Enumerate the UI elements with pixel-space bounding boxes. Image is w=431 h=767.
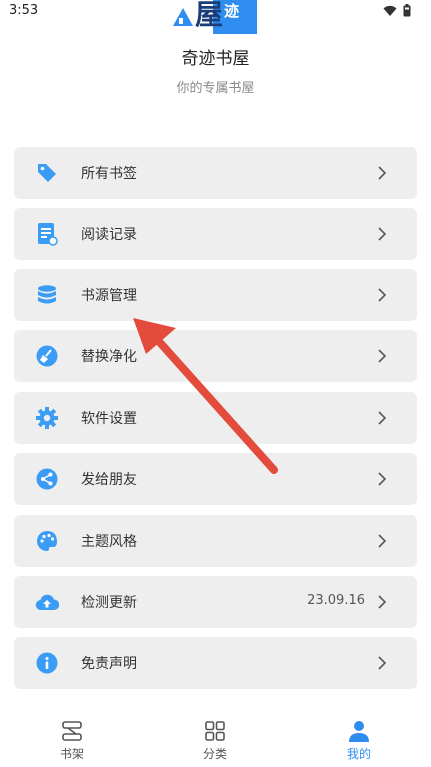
chevron-right-icon bbox=[378, 472, 387, 486]
menu-item-replace-purify[interactable]: 替换净化 bbox=[14, 330, 417, 382]
menu-item-label: 阅读记录 bbox=[81, 227, 137, 243]
palette-icon bbox=[35, 529, 59, 553]
chevron-right-icon bbox=[378, 534, 387, 548]
version-value: 23.09.16 bbox=[307, 593, 365, 608]
menu-item-label: 替换净化 bbox=[81, 349, 137, 365]
app-slogan: 你的专属书屋 bbox=[176, 81, 255, 96]
tab-label: 我的 bbox=[346, 747, 371, 761]
broom-icon bbox=[35, 344, 59, 368]
chevron-right-icon bbox=[378, 411, 387, 425]
menu-item-label: 主题风格 bbox=[81, 534, 137, 550]
info-icon bbox=[35, 651, 59, 675]
tab-label: 书架 bbox=[59, 747, 84, 761]
menu-item-settings[interactable]: 软件设置 bbox=[14, 392, 417, 444]
tab-bookshelf[interactable]: 书架 bbox=[0, 712, 144, 767]
menu-item-share[interactable]: 发给朋友 bbox=[14, 453, 417, 505]
menu-item-label: 书源管理 bbox=[81, 288, 137, 304]
menu-item-check-update[interactable]: 检测更新 23.09.16 bbox=[14, 576, 417, 628]
tab-categories[interactable]: 分类 bbox=[143, 712, 287, 767]
chevron-right-icon bbox=[378, 227, 387, 241]
menu-item-label: 免责声明 bbox=[81, 656, 137, 672]
person-icon bbox=[349, 721, 369, 742]
menu-item-label: 所有书签 bbox=[81, 166, 137, 182]
menu-item-bookmarks[interactable]: 所有书签 bbox=[14, 147, 417, 199]
menu-item-book-sources[interactable]: 书源管理 bbox=[14, 269, 417, 321]
chevron-right-icon bbox=[378, 166, 387, 180]
chevron-right-icon bbox=[378, 288, 387, 302]
menu-item-reading-history[interactable]: 阅读记录 bbox=[14, 208, 417, 260]
chevron-right-icon bbox=[378, 656, 387, 670]
document-icon bbox=[35, 222, 59, 246]
bookshelf-icon bbox=[62, 721, 82, 741]
svg-text:迹: 迹 bbox=[224, 2, 239, 20]
svg-text:屋: 屋 bbox=[195, 0, 223, 31]
tab-mine[interactable]: 我的 bbox=[287, 712, 431, 767]
battery-icon bbox=[403, 4, 411, 17]
database-icon bbox=[35, 283, 59, 307]
menu-item-label: 软件设置 bbox=[81, 411, 137, 427]
menu-item-label: 发给朋友 bbox=[81, 472, 137, 488]
chevron-right-icon bbox=[378, 349, 387, 363]
grid-icon bbox=[205, 721, 225, 741]
tab-label: 分类 bbox=[202, 747, 227, 761]
share-icon bbox=[35, 467, 59, 491]
wifi-icon bbox=[383, 5, 397, 16]
status-time: 3:53 bbox=[9, 3, 39, 18]
menu-item-label: 检测更新 bbox=[81, 595, 137, 611]
chevron-right-icon bbox=[378, 595, 387, 609]
app-name: 奇迹书屋 bbox=[181, 49, 250, 69]
tag-icon bbox=[35, 161, 59, 185]
cloud-upload-icon bbox=[35, 590, 59, 614]
bottom-nav: 书架 分类 我的 bbox=[0, 712, 431, 767]
menu-item-theme[interactable]: 主题风格 bbox=[14, 515, 417, 567]
app-logo: 屋 迹 bbox=[173, 0, 257, 34]
menu-item-disclaimer[interactable]: 免责声明 bbox=[14, 637, 417, 689]
gear-icon bbox=[35, 406, 59, 430]
